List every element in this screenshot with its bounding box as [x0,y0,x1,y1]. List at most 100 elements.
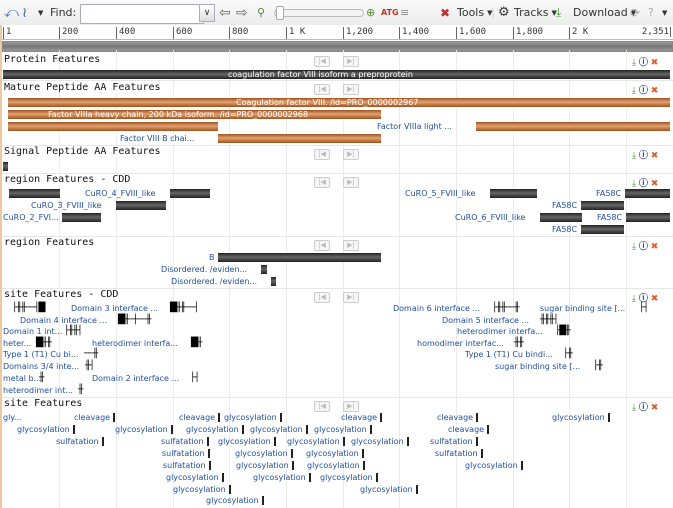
info-icon[interactable]: ⓘ [639,151,648,161]
feature-bar[interactable] [62,213,101,222]
site-feature[interactable]: glycosylation [306,449,364,459]
feature-bar[interactable] [490,189,537,198]
site-glyph[interactable]: █╫─┼──╫ [118,316,151,325]
overview-bar[interactable] [2,41,673,52]
site-feature[interactable]: glycosylation [351,437,409,447]
download-icon[interactable]: ⤓ [556,0,561,25]
site-feature[interactable]: glycosylation [166,473,224,483]
feature-bar[interactable] [218,253,381,262]
site-feature[interactable]: cleavage [448,425,490,435]
info-icon[interactable]: ⓘ [639,58,648,68]
site-glyph[interactable]: ├┤ [639,304,649,313]
download-icon[interactable]: ⤓ [632,242,636,252]
close-icon[interactable]: ✖ [651,294,659,304]
sequence-icon[interactable]: ≀ [22,0,27,25]
next-feature-button[interactable]: ▶| [343,56,359,67]
feature-bar[interactable] [476,122,670,131]
feature-bar[interactable] [625,189,670,198]
site-feature[interactable]: sulfatation [430,437,478,447]
site-feature[interactable]: sulfatation [163,461,211,471]
site-glyph[interactable]: ├╫╫──┤█ [12,304,45,313]
site-glyph[interactable]: ╫╫╫┤ [540,316,559,325]
tools-icon[interactable]: ✖ [440,0,450,25]
site-feature[interactable]: glycosylation [360,485,418,495]
feature-bar[interactable] [218,134,381,143]
site-glyph[interactable]: ╫ [78,386,84,395]
feature-bar[interactable] [540,213,582,222]
feature-bar[interactable] [581,225,624,234]
site-feature[interactable]: glycosylation [307,461,365,471]
site-feature[interactable]: sulfatation [435,449,483,459]
site-feature[interactable]: gly... [3,413,22,423]
zoom-slider[interactable] [274,9,364,17]
next-feature-button[interactable]: ▶| [343,240,359,251]
info-icon[interactable]: ⓘ [639,403,648,413]
feature-bar[interactable] [8,122,218,131]
site-feature[interactable]: glycosylation [253,473,311,483]
download-icon[interactable]: ⤓ [632,86,636,96]
next-feature-button[interactable]: ▶| [343,177,359,188]
site-glyph[interactable]: ╫ [39,374,45,383]
close-icon[interactable]: ✖ [651,58,659,68]
next-feature-button[interactable]: ▶| [343,84,359,95]
find-input[interactable] [80,4,204,24]
back-arrow-icon[interactable]: ⇦ [219,0,231,25]
find-dropdown-button[interactable]: ∨ [199,4,215,22]
tracks-menu[interactable]: Tracks ▼ [514,0,557,25]
site-feature[interactable]: glycosylation [17,425,75,435]
download-icon[interactable]: ⤓ [632,294,636,304]
site-feature[interactable]: glycosylation [250,425,308,435]
site-feature[interactable]: glycosylation [218,437,276,447]
feature-bar[interactable] [626,213,670,222]
feature-bar[interactable] [116,201,166,210]
site-feature[interactable]: glycosylation [465,461,523,471]
site-feature[interactable]: glycosylation [314,425,372,435]
site-glyph[interactable]: ├╫ [593,362,603,371]
site-glyph[interactable]: ├╫╫──╫ [492,304,519,313]
next-feature-button[interactable]: ▶| [343,149,359,160]
info-icon[interactable]: ⓘ [639,179,648,189]
site-glyph[interactable]: ├┤ [190,374,200,383]
forward-arrow-icon[interactable]: ⇨ [236,0,248,25]
site-feature[interactable]: glycosylation [287,437,345,447]
sequence-text-icon[interactable]: ATG [381,0,399,25]
chevron-down-icon[interactable]: ▼ [662,0,667,25]
site-glyph[interactable]: █╫╫──┤ [170,304,199,313]
info-icon[interactable]: ⓘ [639,242,648,252]
site-feature[interactable]: glycosylation [236,461,294,471]
site-glyph[interactable]: █╫╫ [36,339,52,348]
download-icon[interactable]: ⤓ [632,179,636,189]
download-menu[interactable]: Download ▼ [573,0,636,25]
help-icon[interactable]: ? [648,0,654,25]
prev-feature-button[interactable]: |◀ [314,149,330,160]
close-icon[interactable]: ✖ [651,179,659,189]
gear-icon[interactable]: ⚙ [498,0,510,25]
zoom-out-icon[interactable]: ⚲ [257,0,265,25]
site-feature[interactable]: sulfatation [162,449,210,459]
tools-menu[interactable]: Tools ▼ [457,0,493,25]
download-icon[interactable]: ⤓ [632,151,636,161]
site-glyph[interactable]: ╫╫ [514,339,524,348]
site-feature[interactable]: glycosylation [552,413,610,423]
close-icon[interactable]: ✖ [651,403,659,413]
close-icon[interactable]: ✖ [651,242,659,252]
zoom-in-icon[interactable]: ⊕ [366,0,375,25]
zoom-slider-handle[interactable] [276,6,284,20]
feature-bar[interactable] [3,162,8,171]
site-feature[interactable]: sulfatation [161,437,209,447]
info-icon[interactable]: ⓘ [639,86,648,96]
download-icon[interactable]: ⤓ [632,58,636,68]
prev-feature-button[interactable]: |◀ [314,401,330,412]
site-feature[interactable]: glycosylation [173,485,231,495]
feature-bar[interactable] [581,201,624,210]
feature-bar[interactable] [271,277,276,286]
site-glyph[interactable]: ├╫ [563,350,573,359]
prev-feature-button[interactable]: |◀ [314,292,330,303]
site-feature[interactable]: cleavage [179,413,221,423]
site-feature[interactable]: cleavage [437,413,479,423]
refresh-icon[interactable]: ⟳ [630,0,640,25]
site-feature[interactable]: glycosylation [115,425,173,435]
feature-bar[interactable] [170,189,210,198]
prev-feature-button[interactable]: |◀ [314,84,330,95]
undo-icon[interactable]: ⤺ [4,0,19,25]
